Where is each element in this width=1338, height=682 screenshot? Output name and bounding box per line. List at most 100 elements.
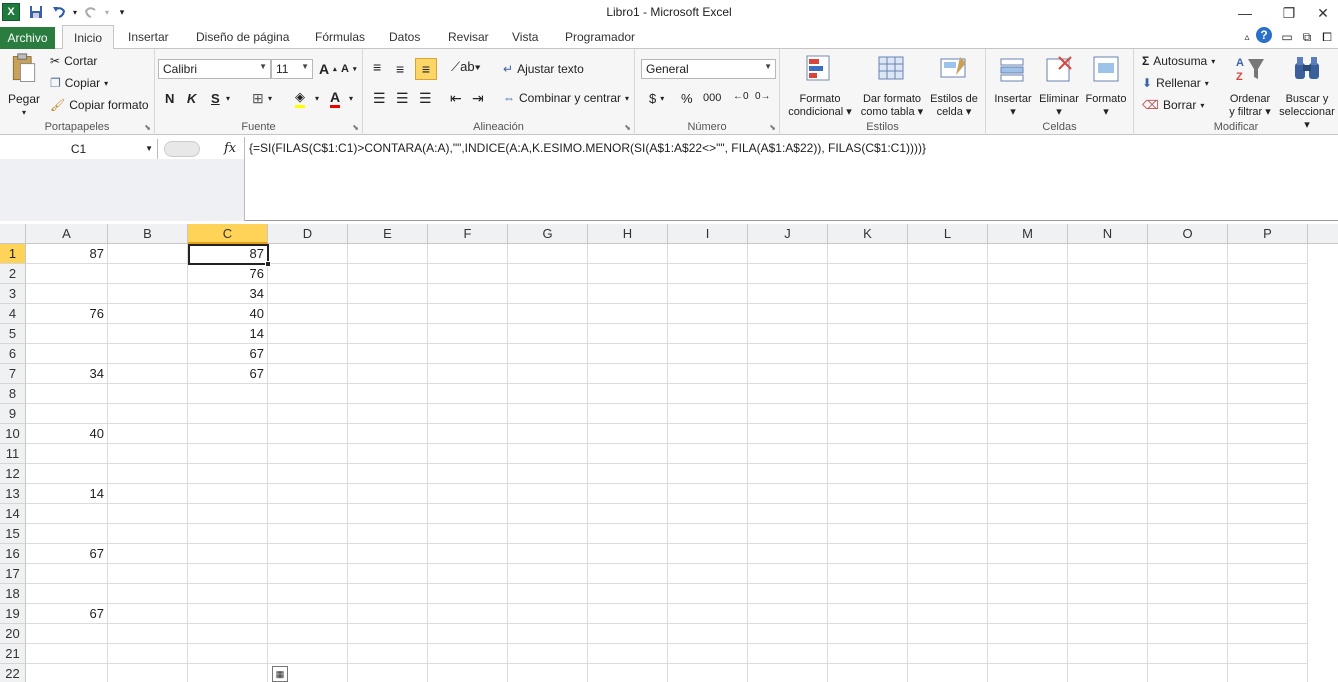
cell-f4[interactable]	[428, 304, 508, 324]
cell-n20[interactable]	[1068, 624, 1148, 644]
cell-i21[interactable]	[668, 644, 748, 664]
cell-i13[interactable]	[668, 484, 748, 504]
cell-i14[interactable]	[668, 504, 748, 524]
cell-o19[interactable]	[1148, 604, 1228, 624]
cell-j6[interactable]	[748, 344, 828, 364]
wrap-text-button[interactable]: ↵ Ajustar texto	[503, 62, 584, 76]
cell-g22[interactable]	[508, 664, 588, 682]
cell-k8[interactable]	[828, 384, 908, 404]
cell-g5[interactable]	[508, 324, 588, 344]
align-left-icon[interactable]: ☰	[373, 90, 386, 107]
cell-e18[interactable]	[348, 584, 428, 604]
cell-i11[interactable]	[668, 444, 748, 464]
formula-bar-handle[interactable]	[164, 141, 200, 157]
cell-a6[interactable]	[26, 344, 108, 364]
cell-p3[interactable]	[1228, 284, 1308, 304]
workbook-minimize-icon[interactable]: ▭	[1278, 28, 1296, 46]
cell-d18[interactable]	[268, 584, 348, 604]
cell-n3[interactable]	[1068, 284, 1148, 304]
tab-vista[interactable]: Vista	[504, 25, 546, 49]
cell-d20[interactable]	[268, 624, 348, 644]
row-header[interactable]: 12	[0, 464, 26, 484]
cell-b13[interactable]	[108, 484, 188, 504]
tab-formulas[interactable]: Fórmulas	[307, 25, 373, 49]
cell-h21[interactable]	[588, 644, 668, 664]
cell-g17[interactable]	[508, 564, 588, 584]
cell-f11[interactable]	[428, 444, 508, 464]
borders-icon[interactable]: ⊞	[252, 90, 264, 107]
cell-o5[interactable]	[1148, 324, 1228, 344]
cell-a2[interactable]	[26, 264, 108, 284]
dialog-launcher-icon[interactable]: ⬊	[769, 123, 776, 132]
cell-a7[interactable]: 34	[26, 364, 108, 384]
cell-n11[interactable]	[1068, 444, 1148, 464]
cell-p8[interactable]	[1228, 384, 1308, 404]
cell-p10[interactable]	[1228, 424, 1308, 444]
cell-k1[interactable]	[828, 244, 908, 264]
cell-m16[interactable]	[988, 544, 1068, 564]
cell-e1[interactable]	[348, 244, 428, 264]
cell-h1[interactable]	[588, 244, 668, 264]
cell-p21[interactable]	[1228, 644, 1308, 664]
cell-o13[interactable]	[1148, 484, 1228, 504]
row-header[interactable]: 18	[0, 584, 26, 604]
cell-o11[interactable]	[1148, 444, 1228, 464]
increase-decimal-icon[interactable]: ←0	[733, 91, 749, 102]
cell-k19[interactable]	[828, 604, 908, 624]
cell-e14[interactable]	[348, 504, 428, 524]
cell-j5[interactable]	[748, 324, 828, 344]
cell-c1[interactable]: 87	[188, 244, 268, 264]
row-header[interactable]: 2	[0, 264, 26, 284]
cell-d17[interactable]	[268, 564, 348, 584]
cell-l7[interactable]	[908, 364, 988, 384]
cell-c5[interactable]: 14	[188, 324, 268, 344]
cell-f19[interactable]	[428, 604, 508, 624]
row-header[interactable]: 11	[0, 444, 26, 464]
cell-a21[interactable]	[26, 644, 108, 664]
row-header[interactable]: 5	[0, 324, 26, 344]
grow-font-icon[interactable]: A ▴	[319, 61, 337, 77]
cell-n19[interactable]	[1068, 604, 1148, 624]
cell-g18[interactable]	[508, 584, 588, 604]
cell-m17[interactable]	[988, 564, 1068, 584]
align-bottom-icon[interactable]: ≡	[415, 58, 437, 80]
cell-p12[interactable]	[1228, 464, 1308, 484]
cell-c2[interactable]: 76	[188, 264, 268, 284]
autosum-button[interactable]: Σ Autosuma ▾	[1142, 54, 1215, 68]
cell-g19[interactable]	[508, 604, 588, 624]
cell-i8[interactable]	[668, 384, 748, 404]
cell-k17[interactable]	[828, 564, 908, 584]
column-header-o[interactable]: O	[1148, 224, 1228, 244]
cell-m13[interactable]	[988, 484, 1068, 504]
cell-g3[interactable]	[508, 284, 588, 304]
cell-b11[interactable]	[108, 444, 188, 464]
copy-button[interactable]: ❐ Copiar ▾	[50, 76, 108, 90]
cell-k20[interactable]	[828, 624, 908, 644]
cell-n22[interactable]	[1068, 664, 1148, 682]
column-header-m[interactable]: M	[988, 224, 1068, 244]
conditional-format-button[interactable]: Formato condicional ▾	[785, 53, 855, 119]
cell-i19[interactable]	[668, 604, 748, 624]
cell-e9[interactable]	[348, 404, 428, 424]
cell-j3[interactable]	[748, 284, 828, 304]
cell-h8[interactable]	[588, 384, 668, 404]
cell-d1[interactable]	[268, 244, 348, 264]
cell-b9[interactable]	[108, 404, 188, 424]
column-header-i[interactable]: I	[668, 224, 748, 244]
merge-center-button[interactable]: ⇔ Combinar y centrar ▾	[503, 91, 629, 105]
fill-handle[interactable]	[265, 261, 271, 267]
cell-g15[interactable]	[508, 524, 588, 544]
dialog-launcher-icon[interactable]: ⬊	[144, 123, 151, 132]
cell-j12[interactable]	[748, 464, 828, 484]
cell-p1[interactable]	[1228, 244, 1308, 264]
cell-h5[interactable]	[588, 324, 668, 344]
cell-b10[interactable]	[108, 424, 188, 444]
cell-c21[interactable]	[188, 644, 268, 664]
row-header[interactable]: 21	[0, 644, 26, 664]
column-header-k[interactable]: K	[828, 224, 908, 244]
tab-insertar[interactable]: Insertar	[120, 25, 177, 49]
cell-l4[interactable]	[908, 304, 988, 324]
cell-c4[interactable]: 40	[188, 304, 268, 324]
row-header[interactable]: 10	[0, 424, 26, 444]
tab-inicio[interactable]: Inicio	[62, 25, 114, 50]
